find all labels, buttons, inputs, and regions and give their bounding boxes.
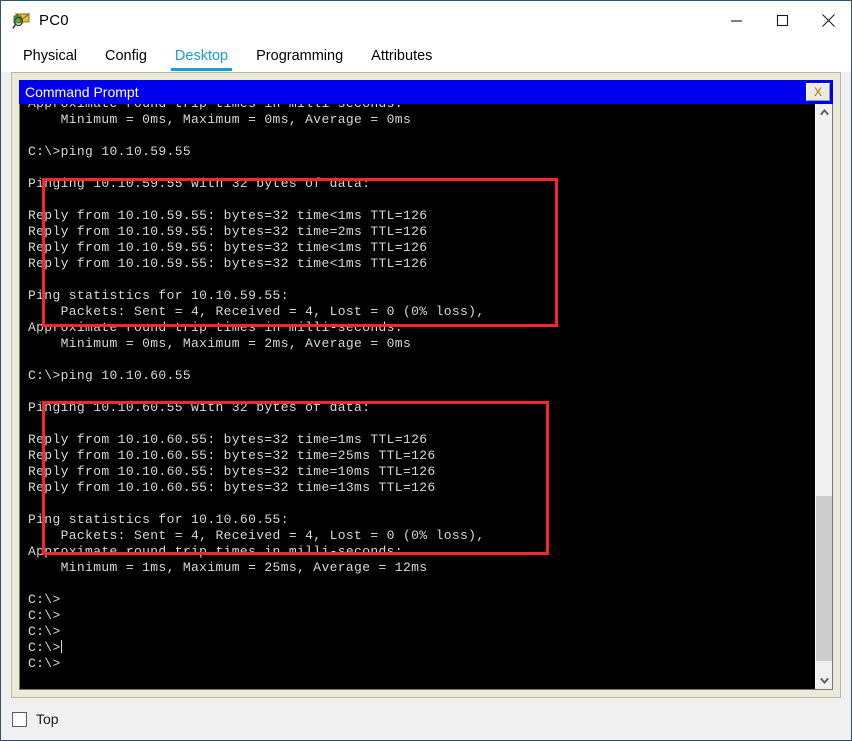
terminal-line: Pinging 10.10.60.55 with 32 bytes of dat… [28,400,371,415]
terminal-line: Reply from 10.10.59.55: bytes=32 time<1m… [28,208,428,223]
terminal-line: C:\> [28,656,61,671]
tab-desktop[interactable]: Desktop [170,48,233,71]
tab-physical[interactable]: Physical [23,48,77,71]
top-checkbox-label: Top [36,711,59,727]
terminal-text: Approximate round trip times in milli-se… [28,104,815,672]
maximize-button[interactable] [759,1,805,40]
command-prompt-body: Approximate round trip times in milli-se… [19,104,833,690]
terminal-line: Approximate round trip times in milli-se… [28,104,815,112]
terminal-line: C:\> [28,624,61,639]
scroll-down-arrow-icon[interactable] [816,672,832,689]
pc0-window: PC0 Physical Config Desktop Programming … [0,0,852,741]
terminal-line: Reply from 10.10.60.55: bytes=32 time=13… [28,480,436,495]
terminal-line: Pinging 10.10.59.55 with 32 bytes of dat… [28,176,371,191]
terminal-line: Minimum = 0ms, Maximum = 2ms, Average = … [28,336,412,351]
terminal-line: Ping statistics for 10.10.60.55: [28,512,289,527]
terminal-line: Reply from 10.10.60.55: bytes=32 time=10… [28,464,436,479]
terminal-line: C:\>ping 10.10.59.55 [28,144,192,159]
scrollbar-track[interactable] [816,121,832,672]
terminal-vertical-scrollbar[interactable] [815,104,832,689]
terminal-line: Packets: Sent = 4, Received = 4, Lost = … [28,304,485,319]
bottom-bar: Top [1,698,851,740]
close-button[interactable] [805,1,851,40]
minimize-button[interactable] [713,1,759,40]
terminal-line: Reply from 10.10.59.55: bytes=32 time=2m… [28,224,428,239]
window-controls [713,1,851,40]
tab-config[interactable]: Config [105,48,147,71]
terminal-line: Approximate round trip times in milli-se… [28,544,403,559]
terminal-line: Packets: Sent = 4, Received = 4, Lost = … [28,528,485,543]
window-titlebar: PC0 [1,1,851,40]
desktop-panel: Command Prompt X Approximate round trip … [11,72,841,698]
terminal-line: C:\>ping 10.10.60.55 [28,368,192,383]
terminal-line: C:\> [28,608,61,623]
command-prompt-titlebar: Command Prompt X [19,80,833,104]
terminal-cursor [60,640,62,653]
terminal-line: Minimum = 0ms, Maximum = 0ms, Average = … [28,112,412,127]
terminal-line: Approximate round trip times in milli-se… [28,320,403,335]
terminal-line: C:\> [28,640,62,655]
tab-programming[interactable]: Programming [256,48,343,71]
terminal-line: Reply from 10.10.59.55: bytes=32 time<1m… [28,256,428,271]
scrollbar-thumb[interactable] [816,495,832,661]
command-prompt-title: Command Prompt [25,84,139,100]
tab-attributes[interactable]: Attributes [371,48,432,71]
terminal-line: C:\> [28,592,61,607]
top-checkbox[interactable] [12,711,27,727]
terminal-line: Ping statistics for 10.10.59.55: [28,288,289,303]
tab-bar: Physical Config Desktop Programming Attr… [1,40,851,72]
terminal-line: Reply from 10.10.60.55: bytes=32 time=1m… [28,432,428,447]
command-prompt-window: Command Prompt X Approximate round trip … [19,80,833,690]
window-title: PC0 [39,12,69,29]
terminal-line: Reply from 10.10.59.55: bytes=32 time<1m… [28,240,428,255]
packet-tracer-pc-icon [12,12,31,30]
command-prompt-close-button[interactable]: X [806,83,830,101]
terminal-output-area[interactable]: Approximate round trip times in milli-se… [20,104,815,689]
terminal-line: Minimum = 1ms, Maximum = 25ms, Average =… [28,560,428,575]
scroll-up-arrow-icon[interactable] [816,104,832,121]
terminal-line: Reply from 10.10.60.55: bytes=32 time=25… [28,448,436,463]
